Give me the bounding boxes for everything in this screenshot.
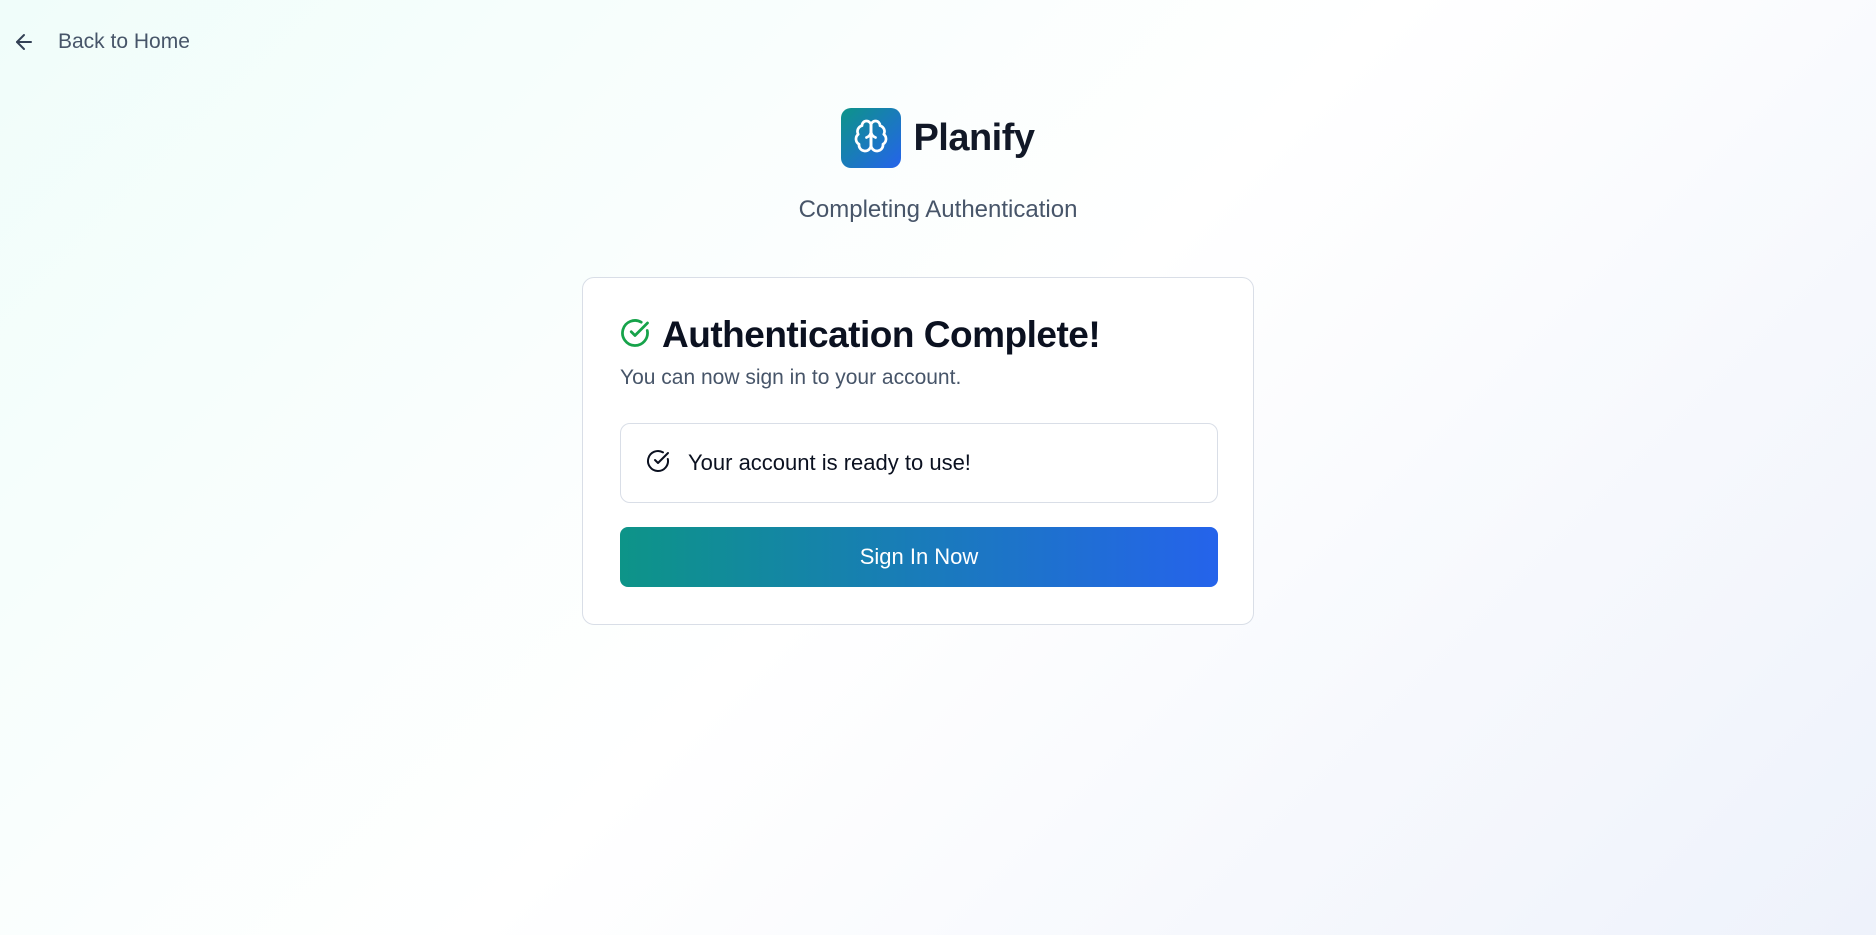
brand-header: Planify [0, 108, 1876, 168]
brand-name: Planify [913, 116, 1035, 159]
arrow-left-icon [12, 30, 36, 54]
sign-in-now-button[interactable]: Sign In Now [620, 527, 1218, 587]
back-to-home-label: Back to Home [58, 30, 190, 53]
card-description: You can now sign in to your account. [620, 366, 962, 389]
brain-icon [853, 118, 889, 159]
check-circle-icon [620, 318, 650, 353]
account-status-alert: Your account is ready to use! [620, 423, 1218, 503]
page-subtitle: Completing Authentication [798, 196, 1078, 223]
card-title-text: Authentication Complete! [662, 314, 1101, 355]
auth-card: Authentication Complete! You can now sig… [582, 277, 1254, 625]
card-title: Authentication Complete! [620, 314, 1217, 356]
account-status-text: Your account is ready to use! [688, 450, 971, 475]
back-to-home-link[interactable]: Back to Home [12, 30, 190, 54]
check-circle-icon [646, 449, 670, 478]
brand-logo [841, 108, 902, 168]
